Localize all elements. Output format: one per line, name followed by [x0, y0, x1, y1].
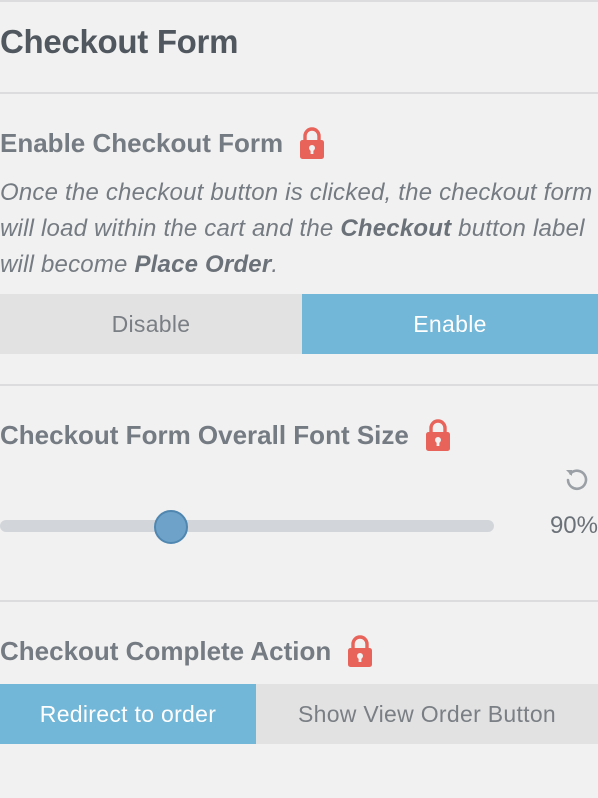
font-size-value: 90% — [549, 512, 598, 539]
lock-icon — [348, 635, 373, 667]
font-size-label: Checkout Form Overall Font Size — [0, 420, 409, 450]
panel-title: Checkout Form — [0, 23, 239, 60]
reset-icon[interactable] — [562, 464, 592, 494]
enable-checkout-section-label: Enable Checkout Form — [0, 126, 325, 160]
font-size-slider-handle[interactable] — [154, 510, 188, 544]
complete-action-toggle-group: Redirect to order Show View Order Button — [0, 684, 598, 744]
section-divider — [0, 92, 598, 94]
section-divider — [0, 384, 598, 386]
enable-checkout-label: Enable Checkout Form — [0, 128, 284, 158]
redirect-to-order-button[interactable]: Redirect to order — [0, 684, 256, 744]
font-size-section-label: Checkout Form Overall Font Size — [0, 418, 451, 452]
enable-checkout-description: Once the checkout button is clicked, the… — [0, 179, 593, 278]
complete-action-section-label: Checkout Complete Action — [0, 634, 373, 668]
lock-icon — [300, 127, 325, 159]
enable-button[interactable]: Enable — [302, 294, 598, 354]
show-view-order-button[interactable]: Show View Order Button — [256, 684, 598, 744]
disable-button[interactable]: Disable — [0, 294, 302, 354]
section-divider — [0, 600, 598, 602]
lock-icon — [425, 419, 450, 451]
complete-action-label: Checkout Complete Action — [0, 636, 332, 666]
font-size-slider-track[interactable] — [0, 520, 494, 532]
enable-checkout-toggle-group: Disable Enable — [0, 294, 598, 354]
top-divider — [0, 0, 598, 2]
